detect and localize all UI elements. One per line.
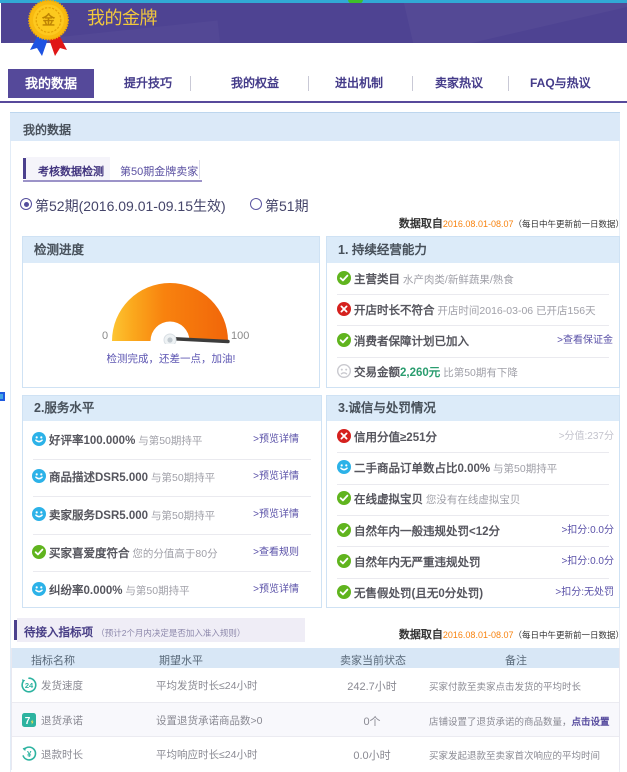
- svg-text:金: 金: [41, 13, 56, 28]
- svg-text:7: 7: [25, 716, 31, 727]
- svg-text:24: 24: [25, 681, 34, 690]
- svg-text:¥: ¥: [27, 750, 32, 759]
